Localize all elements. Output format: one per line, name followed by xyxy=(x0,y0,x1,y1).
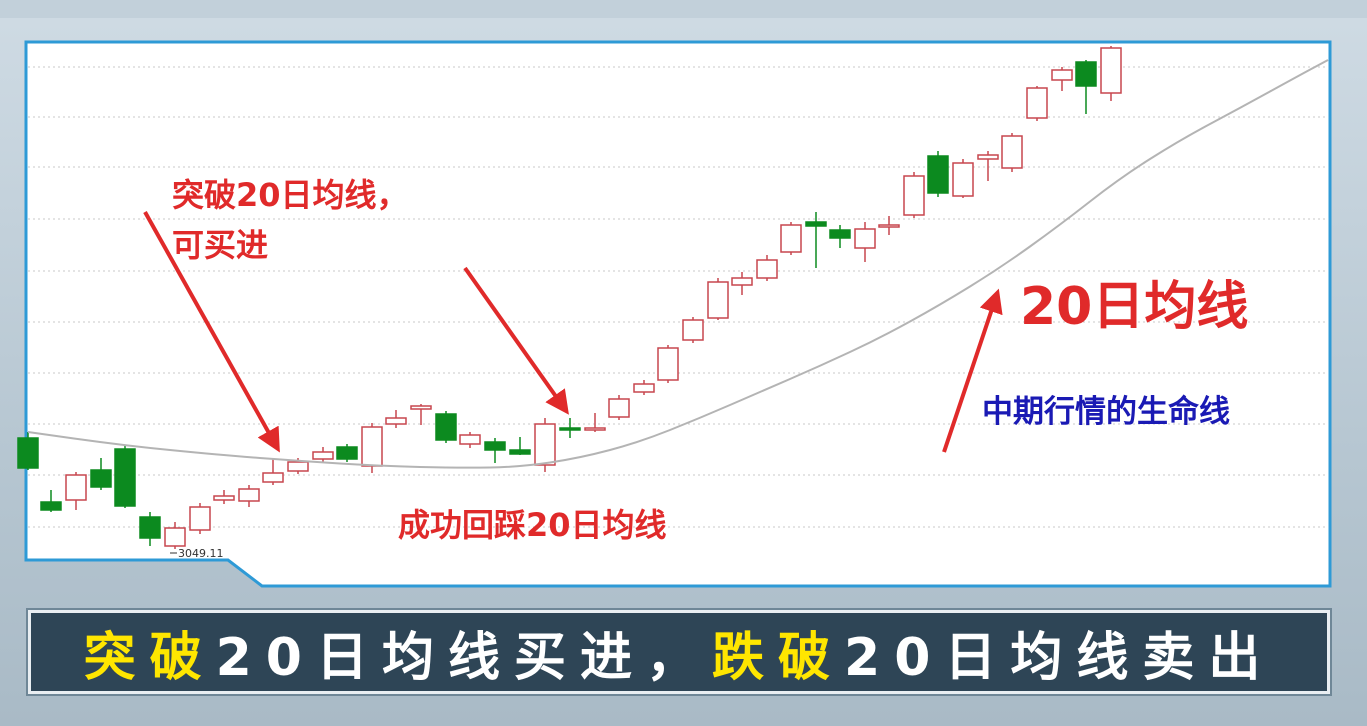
candle-17 xyxy=(435,411,457,443)
caption-seg-sell: 20日均线卖出 xyxy=(844,627,1275,688)
caption-seg-breakout: 突破 xyxy=(83,627,216,688)
candle-body-35 xyxy=(878,224,900,228)
candle-7 xyxy=(189,503,211,534)
candle-body-6 xyxy=(164,527,186,547)
candle-37 xyxy=(927,151,949,197)
candle-body-14 xyxy=(361,426,383,467)
annotation-ma-subtitle: 中期行情的生命线 xyxy=(982,394,1230,430)
candle-body-1 xyxy=(40,501,62,511)
price-low-label: 3049.11 xyxy=(178,547,224,560)
candle-body-24 xyxy=(608,398,630,418)
candle-31 xyxy=(780,222,802,255)
candle-body-11 xyxy=(287,461,309,472)
candle-body-5 xyxy=(139,516,161,539)
candle-body-17 xyxy=(435,413,457,441)
candle-body-20 xyxy=(509,449,531,455)
candle-body-39 xyxy=(977,154,999,160)
candle-body-30 xyxy=(756,259,778,279)
candle-28 xyxy=(707,278,729,320)
candle-body-33 xyxy=(829,229,851,239)
candle-body-16 xyxy=(410,405,432,410)
annotation-ma-title: 20日均线 xyxy=(1020,277,1248,337)
candle-body-15 xyxy=(385,417,407,425)
candle-body-43 xyxy=(1075,61,1097,87)
candle-body-12 xyxy=(312,451,334,460)
annotation-breakout-line1: 突破20日均线， xyxy=(172,176,409,214)
candle-body-9 xyxy=(238,488,260,502)
candle-body-10 xyxy=(262,472,284,483)
annotation-breakout-line2: 可买进 xyxy=(172,226,268,264)
candle-body-7 xyxy=(189,506,211,531)
candle-body-36 xyxy=(903,175,925,216)
candle-body-34 xyxy=(854,228,876,249)
candle-body-23 xyxy=(584,427,606,431)
candle-body-44 xyxy=(1100,47,1122,94)
candle-body-2 xyxy=(65,474,87,501)
candle-body-22 xyxy=(559,427,581,431)
candle-body-27 xyxy=(682,319,704,341)
candle-27 xyxy=(682,317,704,343)
candle-body-25 xyxy=(633,383,655,393)
candle-body-26 xyxy=(657,347,679,381)
candlestick-chart: 3049.11 突破20日均线， 可买进 成功回踩20日均线 20日均线 中期行… xyxy=(17,40,1332,588)
candle-0 xyxy=(17,432,39,470)
candle-26 xyxy=(657,345,679,383)
candle-13 xyxy=(336,444,358,462)
candle-body-21 xyxy=(534,423,556,466)
caption-text: 突破20日均线买进，跌破20日均线卖出 xyxy=(84,615,1275,690)
candle-body-32 xyxy=(805,221,827,227)
caption-seg-buy: 20日均线买进， xyxy=(215,627,712,688)
candle-body-29 xyxy=(731,277,753,286)
candle-body-38 xyxy=(952,162,974,197)
candle-38 xyxy=(952,159,974,198)
candle-body-28 xyxy=(707,281,729,319)
caption-seg-breakdown: 跌破 xyxy=(712,627,845,688)
candle-body-42 xyxy=(1051,69,1073,81)
candle-body-31 xyxy=(780,224,802,253)
candle-body-13 xyxy=(336,446,358,460)
candle-24 xyxy=(608,395,630,420)
candle-body-40 xyxy=(1001,135,1023,169)
candle-36 xyxy=(903,172,925,218)
candle-body-41 xyxy=(1026,87,1048,119)
candle-body-19 xyxy=(484,441,506,451)
candle-41 xyxy=(1026,86,1048,121)
candle-body-4 xyxy=(114,448,136,507)
candle-4 xyxy=(114,446,136,508)
candle-body-18 xyxy=(459,434,481,445)
candle-44 xyxy=(1100,46,1122,101)
candle-40 xyxy=(1001,133,1023,172)
candle-body-3 xyxy=(90,469,112,488)
caption-bar: 突破20日均线买进，跌破20日均线卖出 xyxy=(28,610,1330,694)
candle-body-37 xyxy=(927,155,949,194)
candle-body-8 xyxy=(213,495,235,501)
annotation-pullback: 成功回踩20日均线 xyxy=(398,506,667,544)
candle-body-0 xyxy=(17,437,39,469)
